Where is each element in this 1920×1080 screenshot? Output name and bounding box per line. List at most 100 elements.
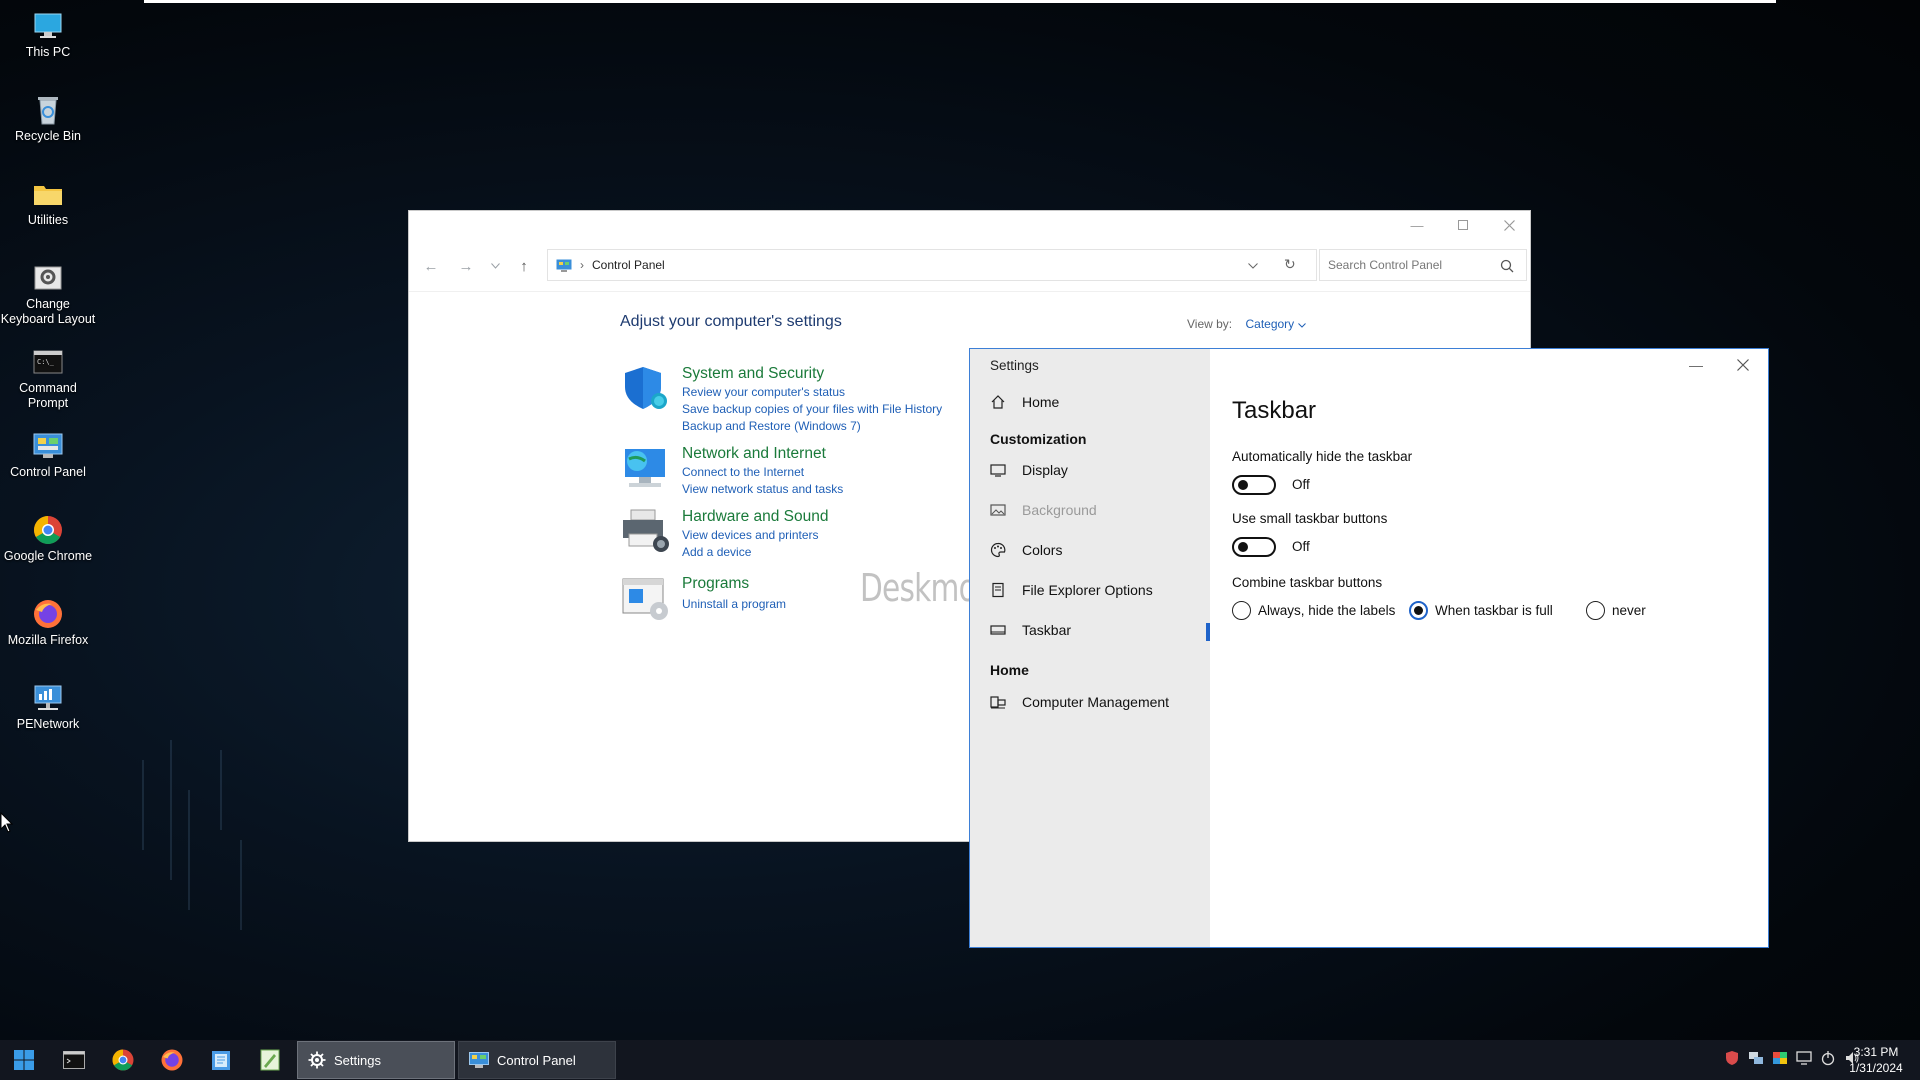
desktop-icon-penetwork[interactable]: PENetwork bbox=[0, 682, 96, 732]
address-dropdown-button[interactable] bbox=[1248, 258, 1258, 272]
firefox-icon bbox=[161, 1049, 183, 1071]
tray-network-icon[interactable] bbox=[1748, 1050, 1764, 1071]
category-link[interactable]: Uninstall a program bbox=[682, 597, 786, 611]
up-button[interactable]: ↑ bbox=[513, 255, 535, 277]
control-panel-icon bbox=[32, 430, 64, 462]
desktop-icon-utilities[interactable]: Utilities bbox=[0, 178, 96, 228]
firefox-icon bbox=[32, 598, 64, 630]
control-panel-icon bbox=[469, 1052, 489, 1068]
start-button[interactable] bbox=[0, 1040, 48, 1080]
sidebar-item-home[interactable]: Home bbox=[970, 385, 1210, 419]
keyboard-settings-icon bbox=[32, 262, 64, 294]
category-link[interactable]: Add a device bbox=[682, 545, 751, 559]
taskbar-pin-editor[interactable] bbox=[246, 1040, 294, 1080]
recent-locations-button[interactable] bbox=[484, 255, 506, 277]
computer-management-icon bbox=[990, 694, 1006, 710]
search-input[interactable]: Search Control Panel bbox=[1319, 249, 1527, 281]
desktop-icon-recycle-bin[interactable]: Recycle Bin bbox=[0, 94, 96, 144]
sidebar-item-file-explorer-options[interactable]: File Explorer Options bbox=[970, 573, 1210, 607]
taskbar-pin-firefox[interactable] bbox=[148, 1040, 196, 1080]
radio-never[interactable]: never bbox=[1586, 601, 1646, 620]
taskbar-task-label: Settings bbox=[334, 1052, 381, 1068]
close-button[interactable] bbox=[1486, 211, 1532, 239]
taskbar-pin-command-prompt[interactable] bbox=[50, 1040, 98, 1080]
sidebar-item-taskbar[interactable]: Taskbar bbox=[970, 613, 1210, 647]
terminal-icon bbox=[63, 1051, 85, 1069]
taskbar-pin-chrome[interactable] bbox=[99, 1040, 147, 1080]
radio-when-taskbar-full[interactable]: When taskbar is full bbox=[1409, 601, 1553, 620]
taskbar-icon bbox=[990, 622, 1006, 638]
category-link[interactable]: View devices and printers bbox=[682, 528, 819, 542]
auto-hide-toggle[interactable] bbox=[1232, 475, 1276, 495]
globe-network-icon bbox=[621, 445, 669, 491]
chevron-down-icon bbox=[490, 263, 500, 269]
sidebar-item-label: File Explorer Options bbox=[1022, 582, 1153, 598]
tray-app-icon[interactable] bbox=[1796, 1050, 1812, 1071]
page-title: Taskbar bbox=[1232, 397, 1317, 424]
chevron-down-icon bbox=[1248, 263, 1258, 269]
desktop-icon-change-keyboard-layout[interactable]: Change Keyboard Layout bbox=[0, 262, 96, 327]
chrome-icon bbox=[112, 1049, 134, 1071]
desktop-icon-control-panel[interactable]: Control Panel bbox=[0, 430, 96, 480]
small-buttons-label: Use small taskbar buttons bbox=[1232, 511, 1388, 526]
back-button[interactable]: ← bbox=[420, 255, 442, 277]
taskbar-task-settings[interactable]: Settings bbox=[297, 1041, 455, 1079]
tray-security-icon[interactable] bbox=[1724, 1050, 1740, 1071]
taskbar-pin-notepad[interactable] bbox=[197, 1040, 245, 1080]
breadcrumb-control-panel[interactable]: Control Panel bbox=[592, 258, 665, 272]
editor-icon bbox=[260, 1049, 280, 1071]
small-buttons-toggle[interactable] bbox=[1232, 537, 1276, 557]
sidebar-item-label: Display bbox=[1022, 462, 1068, 478]
maximize-button[interactable] bbox=[1440, 211, 1486, 239]
desktop-icon-this-pc[interactable]: This PC bbox=[0, 10, 96, 60]
display-icon bbox=[990, 462, 1006, 478]
desktop-icon-google-chrome[interactable]: Google Chrome bbox=[0, 514, 96, 564]
sidebar-item-computer-management[interactable]: Computer Management bbox=[970, 685, 1210, 719]
category-link[interactable]: View network status and tasks bbox=[682, 482, 843, 496]
arrow-left-icon: ← bbox=[423, 257, 439, 275]
sidebar-item-colors[interactable]: Colors bbox=[970, 533, 1210, 567]
address-bar[interactable]: › Control Panel ↻ bbox=[547, 249, 1317, 281]
category-title[interactable]: Hardware and Sound bbox=[682, 508, 829, 526]
tray-display-icon[interactable] bbox=[1772, 1050, 1788, 1071]
system-clock[interactable]: 3:31 PM 1/31/2024 bbox=[1836, 1044, 1916, 1076]
sidebar-item-label: Colors bbox=[1022, 542, 1063, 558]
category-title[interactable]: System and Security bbox=[682, 365, 824, 383]
desktop-icon-command-prompt[interactable]: C:\_ Command Prompt bbox=[0, 346, 96, 411]
category-link[interactable]: Save backup copies of your files with Fi… bbox=[682, 402, 942, 416]
auto-hide-label: Automatically hide the taskbar bbox=[1232, 449, 1413, 464]
chevron-down-icon bbox=[1297, 323, 1306, 328]
category-title[interactable]: Network and Internet bbox=[682, 445, 826, 463]
sidebar-item-display[interactable]: Display bbox=[970, 453, 1210, 487]
monitor-icon bbox=[32, 10, 64, 42]
sidebar-item-background: Background bbox=[970, 493, 1210, 527]
tray-power-icon[interactable] bbox=[1820, 1050, 1836, 1071]
minimize-button[interactable]: — bbox=[1394, 211, 1440, 239]
breadcrumb-separator-icon: › bbox=[580, 258, 584, 272]
refresh-button[interactable]: ↻ bbox=[1284, 256, 1296, 273]
radio-indicator-selected bbox=[1409, 601, 1428, 620]
category-link[interactable]: Review your computer's status bbox=[682, 385, 845, 399]
view-by-dropdown[interactable]: Category bbox=[1245, 317, 1306, 331]
combine-label: Combine taskbar buttons bbox=[1232, 575, 1383, 590]
settings-content: Taskbar Automatically hide the taskbar O… bbox=[1232, 349, 1768, 947]
radio-always-hide-labels[interactable]: Always, hide the labels bbox=[1232, 601, 1395, 620]
sidebar-item-label: Taskbar bbox=[1022, 622, 1072, 638]
mouse-cursor-icon bbox=[0, 812, 14, 833]
shield-icon bbox=[621, 365, 669, 411]
sidebar-item-label: Home bbox=[1022, 394, 1060, 410]
desktop-icon-label: Mozilla Firefox bbox=[7, 633, 89, 647]
sidebar-section-home: Home bbox=[990, 662, 1029, 678]
recycle-bin-icon bbox=[32, 94, 64, 126]
view-by-value: Category bbox=[1245, 317, 1295, 331]
desktop-icon-label: Recycle Bin bbox=[15, 129, 81, 143]
notepad-icon bbox=[212, 1051, 230, 1070]
close-icon bbox=[1503, 219, 1515, 231]
taskbar-task-control-panel[interactable]: Control Panel bbox=[458, 1041, 616, 1079]
category-link[interactable]: Connect to the Internet bbox=[682, 465, 804, 479]
radio-indicator bbox=[1232, 601, 1251, 620]
desktop-icon-mozilla-firefox[interactable]: Mozilla Firefox bbox=[0, 598, 96, 648]
category-link[interactable]: Backup and Restore (Windows 7) bbox=[682, 419, 861, 433]
forward-button[interactable]: → bbox=[455, 255, 477, 277]
category-title[interactable]: Programs bbox=[682, 575, 749, 593]
